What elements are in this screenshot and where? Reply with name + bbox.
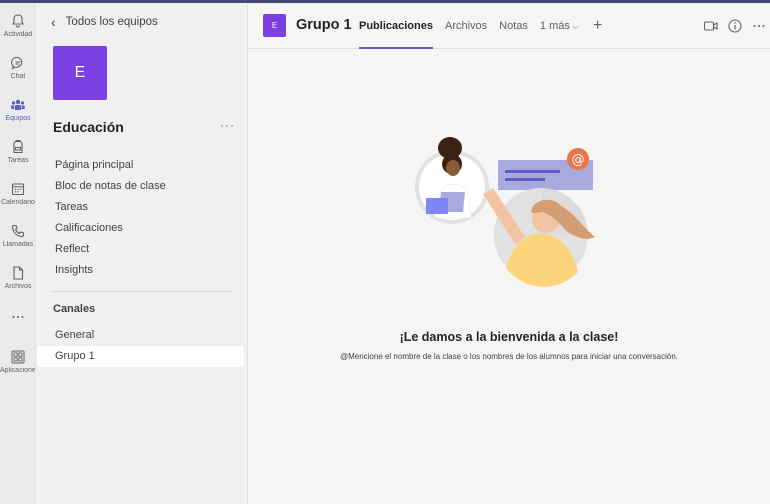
rail-label: Aplicaciones xyxy=(0,367,36,374)
rail-item-activity[interactable]: Actividad xyxy=(0,9,35,51)
rail-item-apps[interactable]: Aplicaciones xyxy=(0,345,36,387)
channel-item-grupo-1[interactable]: Grupo 1 xyxy=(37,346,244,367)
team-name: Educación xyxy=(53,119,124,135)
more-options-icon[interactable] xyxy=(751,18,767,34)
rail-label: Archivos xyxy=(4,283,32,290)
tab-more-label: 1 más xyxy=(539,20,570,32)
welcome-subtitle: @Mencione el nombre de la clase o los no… xyxy=(339,352,679,361)
teams-icon xyxy=(11,99,25,110)
back-label: Todos los equipos xyxy=(65,16,158,28)
welcome-illustration: @ xyxy=(415,137,595,287)
rail-item-files[interactable]: Archivos xyxy=(0,261,35,303)
rail-label: Chat xyxy=(10,73,26,80)
phone-icon xyxy=(11,224,25,238)
rail-item-chat[interactable]: Chat xyxy=(0,51,35,93)
more-icon xyxy=(12,316,24,318)
bell-icon xyxy=(12,14,24,28)
calendar-icon xyxy=(11,183,25,196)
channel-avatar: E xyxy=(263,14,286,37)
nav-item-assignments[interactable]: Tareas xyxy=(37,197,248,218)
rail-item-calls[interactable]: Llamadas xyxy=(0,219,35,261)
rail-item-calendar[interactable]: Calendario xyxy=(0,177,35,219)
team-panel: ‹ Todos los equipos E Educación ··· Pági… xyxy=(37,3,248,504)
channel-title: Grupo 1 xyxy=(296,17,352,33)
channel-item-general[interactable]: General xyxy=(37,325,248,346)
chat-icon xyxy=(11,56,23,70)
tab-files[interactable]: Archivos xyxy=(445,3,487,49)
rail-label: Tareas xyxy=(7,157,29,164)
team-nav-list: Página principal Bloc de notas de clase … xyxy=(37,155,248,281)
app-rail: Actividad Chat Equipos Tareas Calendario… xyxy=(0,3,36,504)
rail-item-assignments[interactable]: Tareas xyxy=(0,135,35,177)
file-icon xyxy=(13,266,24,280)
rail-item-teams[interactable]: Equipos xyxy=(0,93,35,135)
channel-content: @ ¡Le damos a la bienvenida a la clase! … xyxy=(248,50,770,504)
rail-label: Llamadas xyxy=(2,241,34,248)
channel-header: E Grupo 1 Publicaciones Archivos Notas 1… xyxy=(248,3,770,49)
rail-label: Equipos xyxy=(5,115,31,122)
channels-heading: Canales xyxy=(53,303,96,315)
nav-item-insights[interactable]: Insights xyxy=(37,260,248,281)
divider xyxy=(53,291,233,292)
channel-tabs: Publicaciones Archivos Notas 1 más ⌵ + xyxy=(359,3,602,49)
backpack-icon xyxy=(13,140,23,154)
nav-item-class-notebook[interactable]: Bloc de notas de clase xyxy=(37,176,248,197)
welcome-title: ¡Le damos a la bienvenida a la clase! xyxy=(399,330,619,344)
info-icon[interactable] xyxy=(727,18,743,34)
tab-notes[interactable]: Notas xyxy=(499,3,528,49)
nav-item-home[interactable]: Página principal xyxy=(37,155,248,176)
nav-item-reflect[interactable]: Reflect xyxy=(37,239,248,260)
channel-list: General Grupo 1 xyxy=(37,325,248,367)
nav-item-grades[interactable]: Calificaciones xyxy=(37,218,248,239)
apps-icon xyxy=(11,350,25,364)
tab-posts[interactable]: Publicaciones xyxy=(359,3,433,49)
rail-label: Actividad xyxy=(3,31,33,38)
tab-more[interactable]: 1 más ⌵ xyxy=(540,3,579,49)
rail-label: Calendario xyxy=(1,199,35,206)
team-avatar: E xyxy=(53,46,107,100)
video-icon[interactable] xyxy=(703,18,719,34)
rail-item-more[interactable] xyxy=(0,305,35,335)
team-more-options-icon[interactable]: ··· xyxy=(220,118,235,132)
chevron-left-icon: ‹ xyxy=(51,14,56,30)
back-to-all-teams[interactable]: ‹ Todos los equipos xyxy=(51,15,158,29)
add-tab-button[interactable]: + xyxy=(593,3,602,49)
chevron-down-icon: ⌵ xyxy=(572,22,579,31)
svg-text:@: @ xyxy=(572,153,585,168)
